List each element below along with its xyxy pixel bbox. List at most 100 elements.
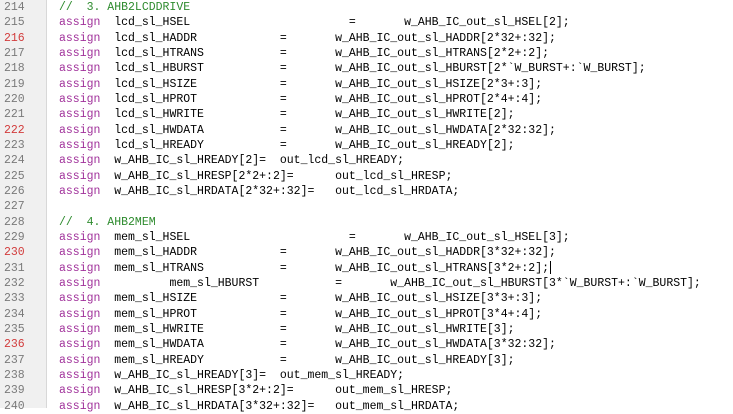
code-line[interactable]: 232 assign mem_sl_HBURST = w_AHB_IC_out_s…	[0, 276, 733, 291]
assign-keyword: assign	[59, 138, 101, 152]
assign-keyword: assign	[59, 230, 101, 244]
code-statement: lcd_sl_HSIZE = w_AHB_IC_out_sl_HSIZE[2*3…	[114, 77, 543, 91]
code-statement: lcd_sl_HPROT = w_AHB_IC_out_sl_HPROT[2*4…	[114, 92, 543, 106]
assign-keyword: assign	[59, 292, 101, 306]
code-line[interactable]: 236 assign mem_sl_HWDATA = w_AHB_IC_out_s…	[0, 337, 733, 352]
code-line[interactable]: 221 assign lcd_sl_HWRITE = w_AHB_IC_out_s…	[0, 107, 733, 122]
code-line[interactable]: 218 assign lcd_sl_HBURST = w_AHB_IC_out_s…	[0, 61, 733, 76]
code-text: assign mem_sl_HBURST = w_AHB_IC_out_sl_H…	[59, 276, 701, 291]
line-number: 239	[4, 384, 25, 398]
code-text: assign w_AHB_IC_sl_HRESP[3*2+:2]= out_me…	[59, 383, 452, 398]
code-line[interactable]: 225 assign w_AHB_IC_sl_HRESP[2*2+:2]= out…	[0, 169, 733, 184]
code-text: assign w_AHB_IC_sl_HREADY[2]= out_lcd_sl…	[59, 153, 404, 168]
code-statement: mem_sl_HPROT = w_AHB_IC_out_sl_HPROT[3*4…	[114, 307, 543, 321]
line-number: 236	[4, 338, 25, 352]
line-number: 240	[4, 399, 25, 413]
code-statement: mem_sl_HTRANS = w_AHB_IC_out_sl_HTRANS[3…	[114, 261, 550, 275]
code-line[interactable]: 219 assign lcd_sl_HSIZE = w_AHB_IC_out_sl…	[0, 77, 733, 92]
line-number: 238	[4, 368, 25, 382]
code-text: assign w_AHB_IC_sl_HREADY[3]= out_mem_sl…	[59, 368, 404, 383]
assign-keyword: assign	[59, 246, 101, 260]
assign-keyword: assign	[59, 16, 101, 30]
code-text: assign mem_sl_HWDATA = w_AHB_IC_out_sl_H…	[59, 337, 556, 352]
code-text: assign lcd_sl_HBURST = w_AHB_IC_out_sl_H…	[59, 61, 646, 76]
code-text: assign lcd_sl_HSIZE = w_AHB_IC_out_sl_HS…	[59, 77, 542, 92]
code-statement: lcd_sl_HWDATA = w_AHB_IC_out_sl_HWDATA[2…	[114, 123, 556, 137]
code-statement: mem_sl_HSEL = w_AHB_IC_out_sl_HSEL[3];	[114, 230, 570, 244]
code-comment: // 4. AHB2MEM	[59, 215, 156, 229]
line-number: 217	[4, 46, 25, 60]
line-number: 214	[4, 1, 25, 14]
code-line[interactable]: 233 assign mem_sl_HSIZE = w_AHB_IC_out_sl…	[0, 291, 733, 306]
code-statement: w_AHB_IC_sl_HRESP[3*2+:2]= out_mem_sl_HR…	[114, 384, 453, 398]
line-number: 233	[4, 292, 25, 306]
code-line[interactable]: 239 assign w_AHB_IC_sl_HRESP[3*2+:2]= out…	[0, 383, 733, 398]
code-text: assign lcd_sl_HWRITE = w_AHB_IC_out_sl_H…	[59, 107, 515, 122]
code-text: assign w_AHB_IC_sl_HRESP[2*2+:2]= out_lc…	[59, 169, 452, 184]
code-statement: mem_sl_HBURST = w_AHB_IC_out_sl_HBURST[3…	[114, 276, 701, 290]
line-number: 225	[4, 169, 25, 183]
code-lines: 214 // 3. AHB2LCDDRIVE 215 assign lcd_sl_HS…	[0, 0, 733, 414]
code-text: assign lcd_sl_HREADY = w_AHB_IC_out_sl_H…	[59, 138, 515, 153]
code-line[interactable]: 216 assign lcd_sl_HADDR = w_AHB_IC_out_sl…	[0, 31, 733, 46]
line-number: 226	[4, 184, 25, 198]
assign-keyword: assign	[59, 108, 101, 122]
code-editor[interactable]: 214 // 3. AHB2LCDDRIVE 215 assign lcd_sl_HS…	[0, 0, 733, 413]
assign-keyword: assign	[59, 169, 101, 183]
line-number: 234	[4, 307, 25, 321]
code-line[interactable]: 215 assign lcd_sl_HSEL = w_AHB_IC_out_sl_…	[0, 15, 733, 30]
line-number: 219	[4, 77, 25, 91]
assign-keyword: assign	[59, 338, 101, 352]
line-number: 227	[4, 200, 25, 214]
code-line[interactable]: 214 // 3. AHB2LCDDRIVE	[0, 0, 733, 15]
code-comment: // 3. AHB2LCDDRIVE	[59, 1, 191, 14]
code-text: assign mem_sl_HTRANS = w_AHB_IC_out_sl_H…	[59, 261, 552, 276]
assign-keyword: assign	[59, 184, 101, 198]
code-statement: lcd_sl_HREADY = w_AHB_IC_out_sl_HREADY[2…	[114, 138, 515, 152]
line-number: 215	[4, 16, 25, 30]
code-line[interactable]: 217 assign lcd_sl_HTRANS = w_AHB_IC_out_s…	[0, 46, 733, 61]
code-line[interactable]: 238 assign w_AHB_IC_sl_HREADY[3]= out_mem…	[0, 368, 733, 383]
code-line[interactable]: 235 assign mem_sl_HWRITE = w_AHB_IC_out_s…	[0, 322, 733, 337]
code-text: assign lcd_sl_HPROT = w_AHB_IC_out_sl_HP…	[59, 92, 542, 107]
assign-keyword: assign	[59, 384, 101, 398]
code-statement: mem_sl_HSIZE = w_AHB_IC_out_sl_HSIZE[3*3…	[114, 292, 543, 306]
code-statement: mem_sl_HWRITE = w_AHB_IC_out_sl_HWRITE[3…	[114, 322, 515, 336]
line-number: 221	[4, 108, 25, 122]
code-text: assign w_AHB_IC_sl_HRDATA[3*32+:32]= out…	[59, 399, 459, 414]
code-line[interactable]: 223 assign lcd_sl_HREADY = w_AHB_IC_out_s…	[0, 138, 733, 153]
code-line[interactable]: 231 assign mem_sl_HTRANS = w_AHB_IC_out_s…	[0, 261, 733, 276]
code-line[interactable]: 227	[0, 199, 733, 214]
code-line[interactable]: 240 assign w_AHB_IC_sl_HRDATA[3*32+:32]= …	[0, 399, 733, 414]
code-text: assign mem_sl_HWRITE = w_AHB_IC_out_sl_H…	[59, 322, 515, 337]
assign-keyword: assign	[59, 399, 101, 413]
assign-keyword: assign	[59, 123, 101, 137]
code-line[interactable]: 220 assign lcd_sl_HPROT = w_AHB_IC_out_sl…	[0, 92, 733, 107]
assign-keyword: assign	[59, 154, 101, 168]
code-statement: mem_sl_HREADY = w_AHB_IC_out_sl_HREADY[3…	[114, 353, 515, 367]
assign-keyword: assign	[59, 261, 101, 275]
code-text: assign lcd_sl_HWDATA = w_AHB_IC_out_sl_H…	[59, 123, 556, 138]
code-text: assign mem_sl_HSEL = w_AHB_IC_out_sl_HSE…	[59, 230, 570, 245]
code-line[interactable]: 234 assign mem_sl_HPROT = w_AHB_IC_out_sl…	[0, 307, 733, 322]
code-text: assign mem_sl_HREADY = w_AHB_IC_out_sl_H…	[59, 353, 515, 368]
assign-keyword: assign	[59, 77, 101, 91]
code-line[interactable]: 226 assign w_AHB_IC_sl_HRDATA[2*32+:32]= …	[0, 184, 733, 199]
code-line[interactable]: 224 assign w_AHB_IC_sl_HREADY[2]= out_lcd…	[0, 153, 733, 168]
code-line[interactable]: 228 // 4. AHB2MEM	[0, 215, 733, 230]
code-line[interactable]: 230 assign mem_sl_HADDR = w_AHB_IC_out_sl…	[0, 245, 733, 260]
line-number: 216	[4, 31, 25, 45]
code-statement: lcd_sl_HTRANS = w_AHB_IC_out_sl_HTRANS[2…	[114, 46, 550, 60]
line-number: 224	[4, 154, 25, 168]
assign-keyword: assign	[59, 307, 101, 321]
code-text: assign lcd_sl_HSEL = w_AHB_IC_out_sl_HSE…	[59, 15, 570, 30]
code-line[interactable]: 237 assign mem_sl_HREADY = w_AHB_IC_out_s…	[0, 353, 733, 368]
assign-keyword: assign	[59, 92, 101, 106]
code-line[interactable]: 222 assign lcd_sl_HWDATA = w_AHB_IC_out_s…	[0, 123, 733, 138]
code-text: // 4. AHB2MEM	[59, 215, 156, 230]
assign-keyword: assign	[59, 276, 101, 290]
line-number: 235	[4, 322, 25, 336]
line-number: 220	[4, 92, 25, 106]
code-line[interactable]: 229 assign mem_sl_HSEL = w_AHB_IC_out_sl_…	[0, 230, 733, 245]
code-statement: lcd_sl_HWRITE = w_AHB_IC_out_sl_HWRITE[2…	[114, 108, 515, 122]
